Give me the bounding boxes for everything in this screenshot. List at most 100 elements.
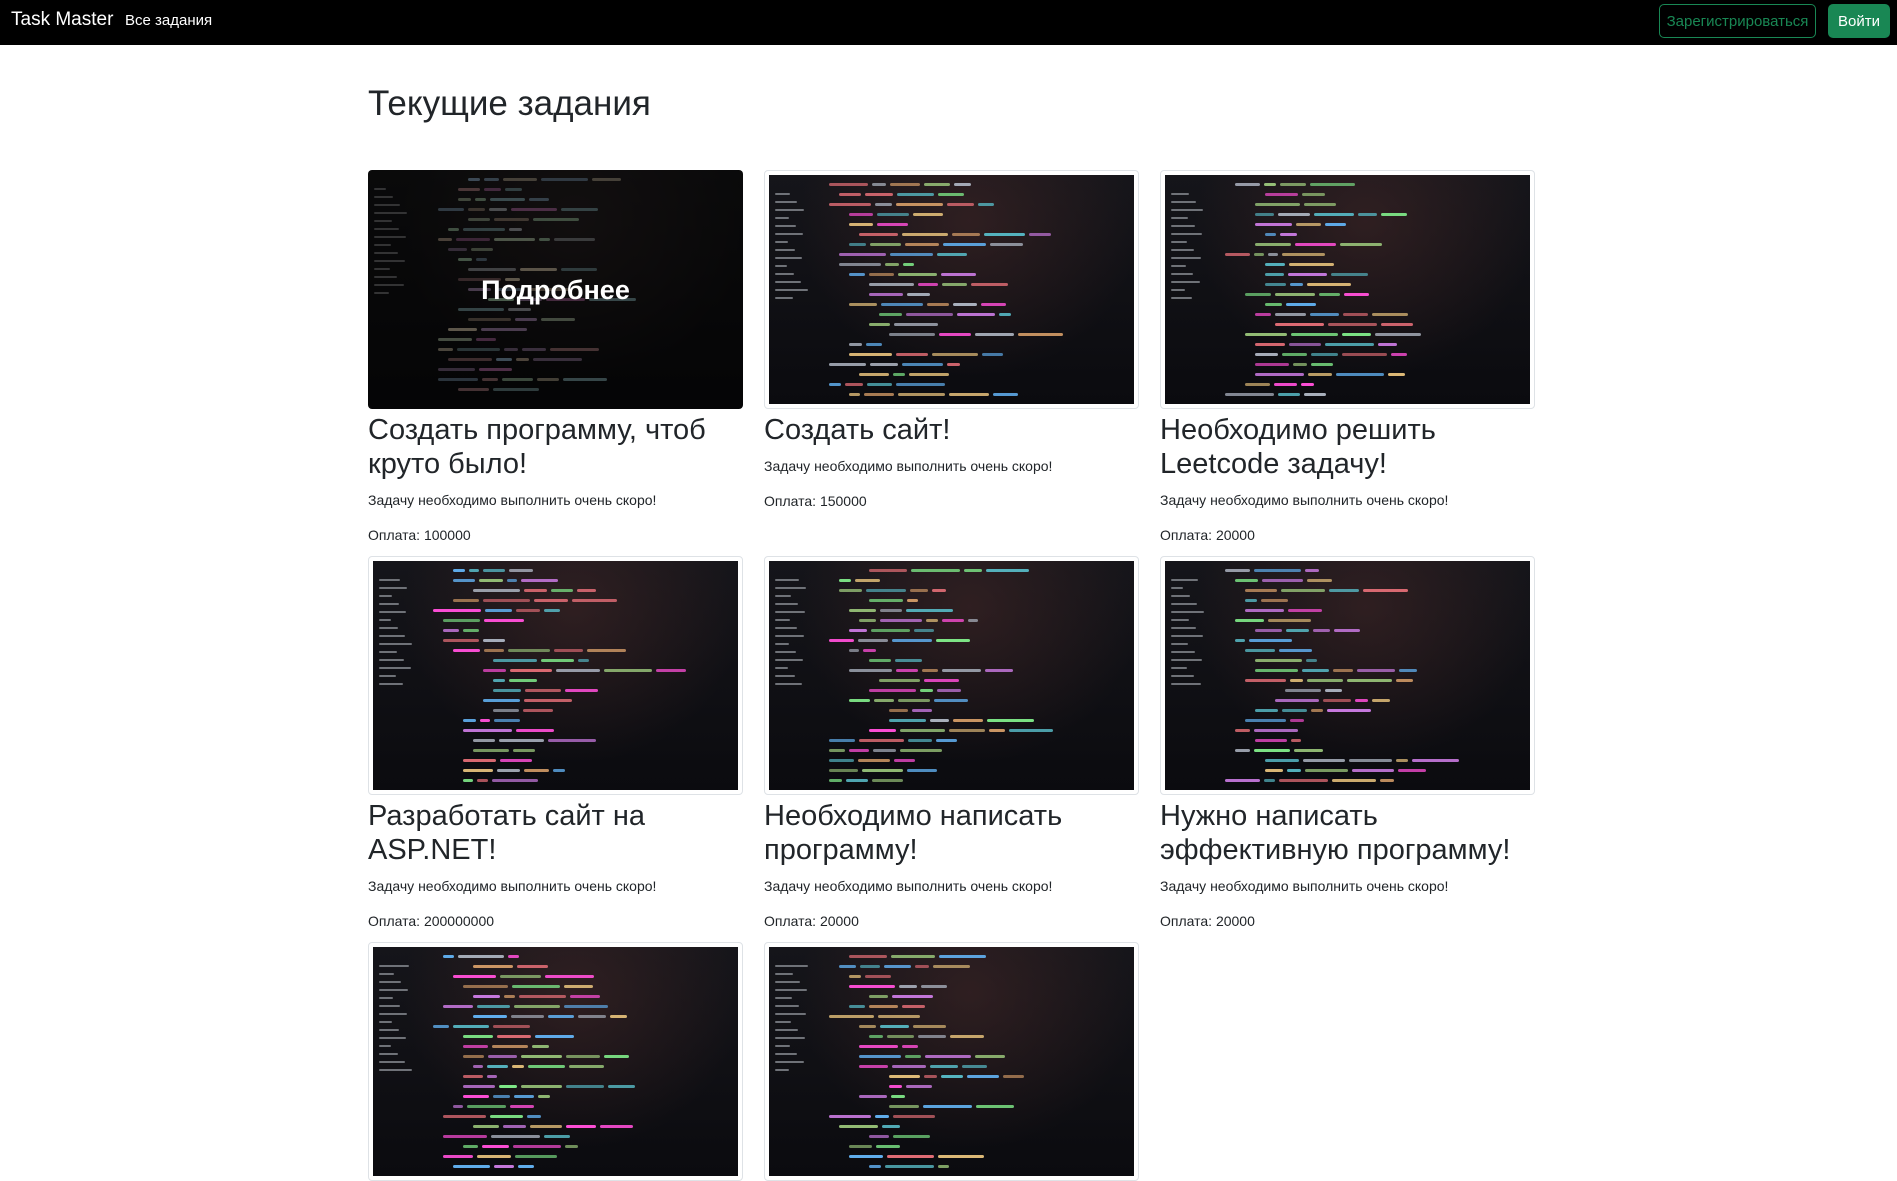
- task-card-image-link[interactable]: [764, 556, 1139, 795]
- code-token: [1255, 223, 1292, 226]
- task-card-title[interactable]: Создать программу, чтоб круто было!: [368, 413, 743, 481]
- code-token: [534, 599, 568, 602]
- code-token: [473, 739, 495, 742]
- code-token: [967, 1075, 999, 1078]
- task-card-image-link[interactable]: [1160, 556, 1535, 795]
- code-token: [610, 1015, 627, 1018]
- editor-sidebar-line: [1171, 643, 1188, 645]
- code-token: [1325, 689, 1342, 692]
- code-token: [493, 709, 519, 712]
- code-token: [849, 699, 870, 702]
- editor-sidebar-line: [379, 1029, 399, 1031]
- code-token: [1265, 303, 1282, 306]
- code-token: [849, 1145, 872, 1148]
- code-token: [858, 759, 890, 762]
- code-token: [484, 178, 499, 181]
- task-card-title[interactable]: Разработать сайт на ASP.NET!: [368, 799, 743, 867]
- code-token: [900, 749, 942, 752]
- code-token: [934, 699, 968, 702]
- code-token: [829, 739, 855, 742]
- editor-sidebar-line: [1171, 297, 1192, 299]
- code-token: [494, 1165, 514, 1168]
- code-token: [829, 769, 858, 772]
- code-token: [473, 965, 513, 968]
- code-token: [1328, 323, 1377, 326]
- task-card-title[interactable]: Нужно написать эффективную программу!: [1160, 799, 1535, 867]
- task-card-image-link[interactable]: [368, 942, 743, 1181]
- code-token: [1286, 629, 1309, 632]
- code-token: [479, 579, 503, 582]
- login-button[interactable]: Войти: [1828, 4, 1890, 38]
- code-token: [923, 1105, 972, 1108]
- code-token: [521, 1055, 562, 1058]
- code-token: [1245, 383, 1270, 386]
- code-token: [876, 1145, 900, 1148]
- code-token: [895, 659, 922, 662]
- code-token: [889, 719, 926, 722]
- task-card-title[interactable]: Необходимо решить Leetcode задачу!: [1160, 413, 1535, 481]
- task-card-image-link[interactable]: [764, 942, 1139, 1181]
- code-token: [938, 193, 964, 196]
- code-token: [541, 178, 588, 181]
- code-token: [880, 619, 922, 622]
- code-token: [520, 268, 557, 271]
- code-token: [484, 649, 504, 652]
- code-token: [869, 689, 916, 692]
- details-overlay-label[interactable]: Подробнее: [368, 275, 743, 306]
- code-token: [561, 268, 597, 271]
- code-token: [458, 955, 504, 958]
- code-token: [532, 1045, 549, 1048]
- task-card-image-link[interactable]: [1160, 170, 1535, 409]
- code-token: [907, 769, 937, 772]
- task-card-payment: Оплата: 20000: [1160, 527, 1255, 543]
- code-token: [896, 203, 943, 206]
- editor-sidebar-line: [775, 233, 803, 235]
- code-token: [443, 1155, 473, 1158]
- editor-sidebar-line: [775, 1045, 790, 1047]
- editor-sidebar-line: [379, 627, 398, 629]
- code-token: [492, 779, 538, 782]
- code-token: [943, 243, 986, 246]
- task-card-image-link[interactable]: Подробнее: [368, 170, 743, 409]
- editor-sidebar-line: [775, 579, 799, 581]
- code-token: [896, 353, 928, 356]
- code-token: [554, 649, 583, 652]
- task-card-description: Задачу необходимо выполнить очень скоро!: [764, 458, 1053, 474]
- task-card-description: Задачу необходимо выполнить очень скоро!: [1160, 878, 1449, 894]
- editor-sidebar-line: [775, 1061, 804, 1063]
- code-token: [859, 739, 904, 742]
- task-card-title[interactable]: Необходимо написать программу!: [764, 799, 1139, 867]
- code-token: [522, 348, 546, 351]
- code-token: [521, 1085, 562, 1088]
- editor-sidebar-line: [379, 965, 409, 967]
- editor-sidebar-line: [775, 241, 788, 243]
- code-token: [859, 233, 898, 236]
- code-token: [513, 749, 535, 752]
- code-token: [1255, 313, 1271, 316]
- editor-sidebar-line: [1171, 627, 1196, 629]
- editor-sidebar-line: [775, 201, 797, 203]
- code-token: [507, 579, 517, 582]
- task-card-image-link[interactable]: [764, 170, 1139, 409]
- code-token: [490, 198, 525, 201]
- code-token: [941, 273, 976, 276]
- nav-link-all-tasks[interactable]: Все задания: [125, 12, 212, 29]
- task-card-image-link[interactable]: [368, 556, 743, 795]
- task-card-title[interactable]: Создать сайт!: [764, 413, 1139, 447]
- code-token: [1286, 303, 1316, 306]
- register-button[interactable]: Зарегистрироваться: [1659, 4, 1816, 38]
- code-token: [600, 1125, 633, 1128]
- editor-sidebar-line: [379, 1061, 405, 1063]
- code-token: [932, 353, 978, 356]
- task-card-payment: Оплата: 150000: [764, 493, 867, 509]
- code-token: [504, 995, 515, 998]
- code-token: [880, 609, 902, 612]
- code-token: [487, 1075, 497, 1078]
- code-token: [488, 1055, 517, 1058]
- code-token: [539, 238, 550, 241]
- code-token: [453, 579, 475, 582]
- editor-sidebar-line: [775, 643, 789, 645]
- code-token: [524, 589, 547, 592]
- brand-link[interactable]: Task Master: [11, 9, 113, 31]
- code-token: [839, 193, 861, 196]
